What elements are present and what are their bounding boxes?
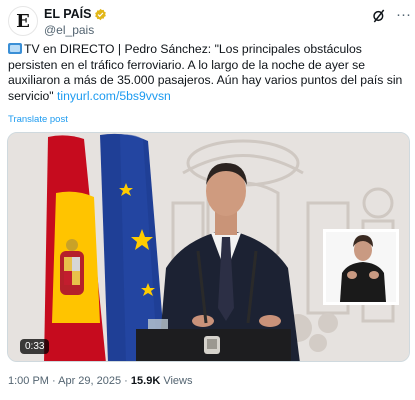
post-timestamp[interactable]: 1:00 PM · Apr 29, 2025 ·: [8, 375, 131, 387]
post-card[interactable]: E EL PAÍS @el_pais ··· TV en DIRECTO | P…: [0, 0, 415, 400]
post-footer: 1:00 PM · Apr 29, 2025 · 15.9K Views: [8, 375, 192, 387]
post-header: E EL PAÍS @el_pais ···: [8, 6, 411, 37]
account-name-text[interactable]: EL PAÍS: [44, 7, 91, 21]
post-link[interactable]: tinyurl.com/5bs9vvsn: [57, 89, 171, 103]
translate-post-link[interactable]: Translate post: [8, 114, 68, 125]
television-icon: [8, 43, 22, 54]
avatar-logo: E: [16, 10, 30, 32]
video-player[interactable]: 0:33: [7, 132, 410, 362]
video-time-badge: 0:33: [20, 339, 50, 354]
sign-language-interpreter-inset: [323, 229, 399, 305]
lectern: [136, 329, 291, 361]
post-text: TV en DIRECTO | Pedro Sánchez: "Los prin…: [8, 42, 410, 104]
grok-icon[interactable]: [371, 8, 387, 24]
views-count: 15.9K: [130, 375, 161, 387]
video-frame: [8, 133, 409, 361]
verified-badge-icon: [95, 8, 107, 20]
more-options-icon[interactable]: ···: [396, 6, 411, 23]
account-name[interactable]: EL PAÍS: [44, 7, 107, 21]
account-handle[interactable]: @el_pais: [44, 23, 94, 37]
avatar[interactable]: E: [8, 6, 38, 36]
views-label: Views: [160, 375, 193, 387]
